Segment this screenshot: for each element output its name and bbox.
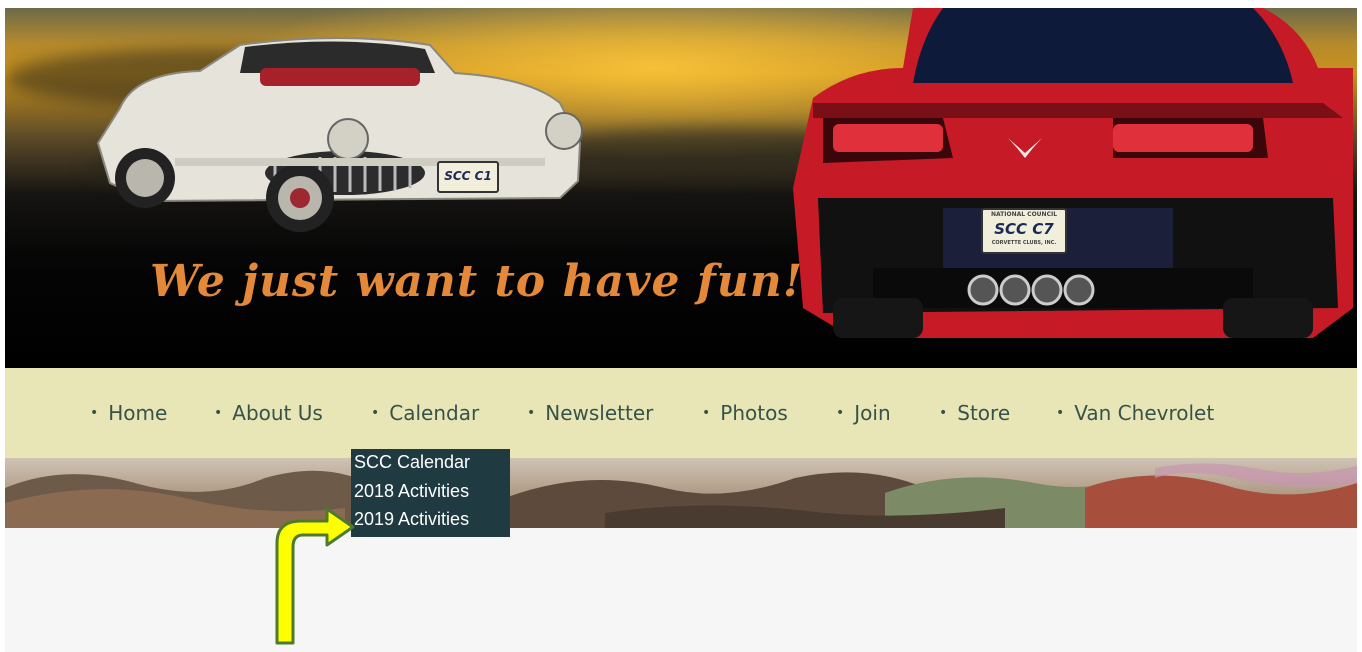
main-nav: • Home • About Us • Calendar • Newsletter • P… [5, 368, 1357, 458]
nav-item-van-chevrolet[interactable]: • Van Chevrolet [1056, 401, 1214, 425]
nav-item-newsletter-label: Newsletter [545, 401, 654, 425]
nav-item-about-us[interactable]: • About Us [214, 401, 323, 425]
vintage-corvette-image [96, 37, 583, 232]
nav-item-photos-label: Photos [720, 401, 788, 425]
bullet-icon: • [1056, 405, 1065, 421]
page-frame: SCC C1 NATIONAL COUNCIL SCC C7 CORVETTE … [5, 8, 1357, 652]
site-tagline: We just want to have fun! [150, 256, 804, 307]
license-plate-c7-bottom: CORVETTE CLUBS, INC. [991, 240, 1057, 246]
bullet-icon: • [214, 405, 223, 421]
license-plate-c7-top: NATIONAL COUNCIL [990, 211, 1058, 218]
nav-item-join[interactable]: • Join [836, 401, 891, 425]
nav-item-home-label: Home [108, 401, 168, 425]
bullet-icon: • [527, 405, 536, 421]
calendar-dropdown-menu: SCC Calendar 2018 Activities 2019 Activi… [351, 449, 510, 537]
nav-item-store-label: Store [957, 401, 1011, 425]
nav-item-van-chevrolet-label: Van Chevrolet [1074, 401, 1215, 425]
pointer-arrow-icon [275, 507, 355, 645]
license-plate-c7-text: SCC C7 [994, 220, 1054, 238]
license-plate-c1: SCC C1 [437, 161, 499, 193]
dropdown-item-scc-calendar[interactable]: SCC Calendar [354, 452, 470, 473]
bullet-icon: • [702, 405, 711, 421]
license-plate-c1-text: SCC C1 [444, 169, 492, 183]
dropdown-item-2018-activities[interactable]: 2018 Activities [354, 481, 469, 502]
hills-image [5, 463, 1357, 528]
modern-corvette-image [793, 8, 1353, 338]
nav-item-home[interactable]: • Home [90, 401, 167, 425]
license-plate-c7: NATIONAL COUNCIL SCC C7 CORVETTE CLUBS, … [981, 208, 1067, 254]
nav-item-photos[interactable]: • Photos [702, 401, 788, 425]
nav-item-newsletter[interactable]: • Newsletter [527, 401, 653, 425]
nav-item-calendar[interactable]: • Calendar [371, 401, 479, 425]
nav-item-about-us-label: About Us [232, 401, 323, 425]
bullet-icon: • [836, 405, 845, 421]
bullet-icon: • [939, 405, 948, 421]
nav-item-store[interactable]: • Store [939, 401, 1010, 425]
nav-item-join-label: Join [854, 401, 891, 425]
desert-hills-banner [5, 458, 1357, 528]
dropdown-item-2019-activities[interactable]: 2019 Activities [354, 509, 469, 530]
bullet-icon: • [90, 405, 99, 421]
header-banner: SCC C1 NATIONAL COUNCIL SCC C7 CORVETTE … [5, 8, 1357, 368]
bullet-icon: • [371, 405, 380, 421]
nav-item-calendar-label: Calendar [389, 401, 480, 425]
